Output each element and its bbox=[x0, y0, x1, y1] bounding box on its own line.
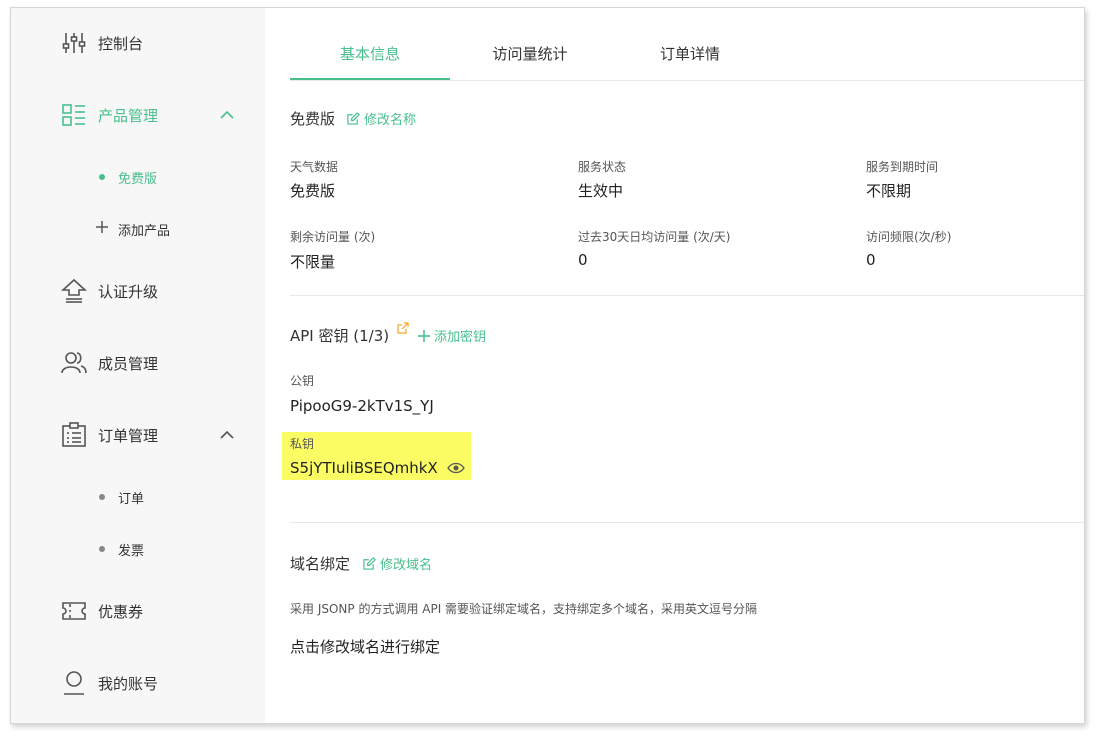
sidebar-subitem-label: 免费版 bbox=[118, 171, 158, 187]
field-label: 服务到期时间 bbox=[866, 160, 939, 174]
grid-list-icon bbox=[62, 104, 85, 126]
divider bbox=[290, 295, 1084, 296]
chevron-up-icon[interactable] bbox=[219, 108, 235, 122]
public-key-value: PipooG9-2kTv1S_YJ bbox=[290, 397, 434, 415]
domain-description: 采用 JSONP 的方式调用 API 需要验证绑定域名，支持绑定多个域名，采用英… bbox=[290, 602, 758, 616]
public-key-label: 公钥 bbox=[290, 374, 315, 388]
field-label: 过去30天日均访问量 (次/天) bbox=[578, 230, 731, 244]
upgrade-icon bbox=[61, 278, 87, 303]
clipboard-icon bbox=[62, 422, 86, 447]
add-key-link-label: 添加密钥 bbox=[434, 330, 487, 345]
sidebar-subitem-label: 发票 bbox=[118, 543, 145, 559]
sidebar-subitem-free[interactable]: 免费版 bbox=[11, 162, 265, 192]
sidebar-item-account[interactable]: 我的账号 bbox=[11, 663, 265, 703]
app-frame: 控制台 产品管理 免费版 添加产品 认证升级 成员管理 订单管理 订单 发票 优… bbox=[10, 7, 1085, 724]
external-link-icon[interactable] bbox=[397, 322, 409, 334]
tab-basic-info[interactable]: 基本信息 bbox=[290, 34, 450, 80]
sidebar-item-label: 产品管理 bbox=[98, 106, 159, 125]
sidebar-item-certification[interactable]: 认证升级 bbox=[11, 271, 265, 311]
rename-link[interactable]: 修改名称 bbox=[347, 109, 416, 128]
user-icon bbox=[64, 671, 84, 695]
eye-icon[interactable] bbox=[447, 462, 465, 474]
tab-order-details[interactable]: 订单详情 bbox=[610, 34, 770, 80]
plan-title: 免费版 bbox=[290, 110, 336, 128]
rename-link-label: 修改名称 bbox=[364, 113, 417, 128]
field-label: 剩余访问量 (次) bbox=[290, 230, 376, 244]
domain-placeholder: 点击修改域名进行绑定 bbox=[290, 638, 441, 656]
ticket-icon bbox=[62, 602, 86, 620]
add-key-link[interactable]: 添加密钥 bbox=[418, 326, 486, 345]
sidebar-subitem-add-product[interactable]: 添加产品 bbox=[11, 214, 265, 244]
divider bbox=[290, 522, 1084, 523]
sidebar: 控制台 产品管理 免费版 添加产品 认证升级 成员管理 订单管理 订单 发票 优… bbox=[11, 8, 265, 723]
field-value: 生效中 bbox=[578, 182, 624, 200]
sidebar-item-label: 优惠券 bbox=[98, 602, 144, 621]
sidebar-subitem-label: 订单 bbox=[118, 491, 145, 507]
sidebar-item-coupons[interactable]: 优惠券 bbox=[11, 591, 265, 631]
tab-traffic-stats[interactable]: 访问量统计 bbox=[450, 34, 610, 80]
edit-icon bbox=[347, 112, 360, 125]
sidebar-item-label: 控制台 bbox=[98, 34, 144, 53]
sliders-icon bbox=[62, 33, 86, 53]
plus-icon bbox=[418, 329, 430, 342]
sidebar-item-label: 成员管理 bbox=[98, 354, 159, 373]
sidebar-subitem-label: 添加产品 bbox=[118, 223, 171, 239]
domain-title: 域名绑定 bbox=[290, 555, 351, 573]
sidebar-item-orders[interactable]: 订单管理 bbox=[11, 415, 265, 455]
field-label: 天气数据 bbox=[290, 160, 339, 174]
sidebar-item-label: 我的账号 bbox=[98, 674, 159, 693]
sidebar-item-products[interactable]: 产品管理 bbox=[11, 95, 265, 135]
plus-icon bbox=[96, 221, 108, 233]
sidebar-item-label: 认证升级 bbox=[98, 282, 159, 301]
field-label: 服务状态 bbox=[578, 160, 627, 174]
main-content: 基本信息 访问量统计 订单详情 免费版 修改名称 天气数据 免费版 服务状态 生… bbox=[282, 8, 1084, 723]
sidebar-item-label: 订单管理 bbox=[98, 426, 159, 445]
private-key-value: S5jYTIuliBSEQmhkX bbox=[290, 459, 438, 477]
chevron-up-icon[interactable] bbox=[219, 428, 235, 442]
field-value: 0 bbox=[578, 251, 588, 269]
api-keys-title: API 密钥 (1/3) bbox=[290, 327, 390, 345]
field-value: 不限量 bbox=[290, 253, 336, 271]
sidebar-item-members[interactable]: 成员管理 bbox=[11, 343, 265, 383]
edit-domain-link-label: 修改域名 bbox=[380, 558, 433, 573]
bullet-dot bbox=[99, 546, 105, 552]
bullet-dot bbox=[99, 174, 105, 180]
sidebar-subitem-invoice[interactable]: 发票 bbox=[11, 534, 265, 564]
bullet-dot bbox=[99, 494, 105, 500]
field-value: 不限期 bbox=[866, 182, 912, 200]
sidebar-subitem-order[interactable]: 订单 bbox=[11, 482, 265, 512]
edit-domain-link[interactable]: 修改域名 bbox=[363, 554, 432, 573]
private-key-label: 私钥 bbox=[290, 437, 315, 451]
edit-icon bbox=[363, 557, 376, 570]
field-value: 0 bbox=[866, 251, 876, 269]
field-label: 访问频限(次/秒) bbox=[866, 230, 952, 244]
members-icon bbox=[61, 352, 87, 374]
tab-bar: 基本信息 访问量统计 订单详情 bbox=[290, 34, 1084, 81]
sidebar-item-console[interactable]: 控制台 bbox=[11, 23, 265, 63]
field-value: 免费版 bbox=[290, 182, 336, 200]
